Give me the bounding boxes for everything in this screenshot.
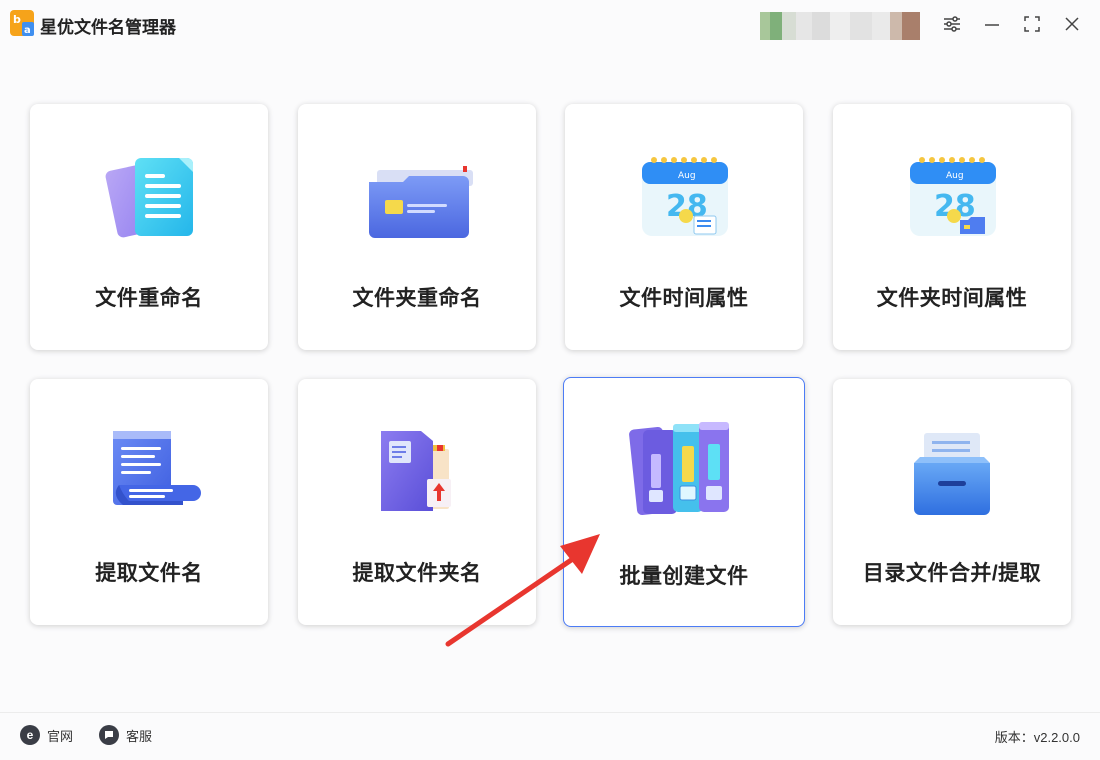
close-icon[interactable] — [1060, 12, 1084, 36]
card-merge-extract-directory-files[interactable]: 目录文件合并/提取 — [833, 379, 1071, 625]
card-extract-file-names[interactable]: 提取文件名 — [30, 379, 268, 625]
calendar-month: Aug — [946, 171, 964, 181]
sliders-icon[interactable] — [940, 12, 964, 36]
calendar-icon: Aug 28 — [642, 157, 728, 236]
calendar-folder-icon: Aug 28 — [910, 157, 996, 236]
support-label: 客服 — [126, 728, 153, 744]
app-logo-icon: b a — [10, 10, 34, 36]
card-label: 文件夹时间属性 — [876, 287, 1028, 310]
binders-icon — [629, 422, 729, 516]
footer-divider — [0, 712, 1100, 713]
app-title: 星优文件名管理器 — [40, 18, 176, 37]
card-label: 提取文件名 — [95, 562, 203, 585]
file-drawer-icon — [914, 433, 990, 515]
scroll-document-icon — [113, 431, 201, 505]
svg-text:a: a — [24, 25, 31, 36]
card-label: 文件时间属性 — [619, 287, 749, 310]
card-file-rename[interactable]: 文件重命名 — [30, 104, 268, 350]
maximize-icon[interactable] — [1020, 12, 1044, 36]
chat-bubble-icon — [99, 725, 119, 745]
calendar-month: Aug — [678, 171, 696, 181]
card-folder-rename[interactable]: 文件夹重命名 — [298, 104, 536, 350]
card-label: 目录文件合并/提取 — [862, 562, 1042, 585]
title-bar: b a 星优文件名管理器 — [0, 0, 1100, 48]
folder-book-icon — [381, 431, 451, 511]
customer-service-link[interactable]: 客服 — [99, 725, 152, 745]
svg-text:b: b — [13, 13, 21, 26]
version-text: 版本：v2.2.0.0 — [994, 730, 1080, 745]
folder-icon — [369, 166, 473, 238]
card-label: 文件重命名 — [95, 287, 203, 310]
minimize-icon[interactable] — [980, 12, 1004, 36]
card-file-time-attributes[interactable]: Aug 28 文件时间属性 — [565, 104, 803, 350]
website-label: 官网 — [47, 728, 74, 744]
user-avatar-blurred[interactable] — [760, 12, 920, 40]
website-link[interactable]: e 官网 — [20, 725, 73, 745]
card-folder-time-attributes[interactable]: Aug 28 文件夹时间属性 — [833, 104, 1071, 350]
red-arrow-annotation — [445, 534, 600, 647]
card-label: 文件夹重命名 — [352, 287, 482, 310]
document-stack-icon — [105, 158, 193, 238]
website-e-icon: e — [20, 725, 40, 745]
